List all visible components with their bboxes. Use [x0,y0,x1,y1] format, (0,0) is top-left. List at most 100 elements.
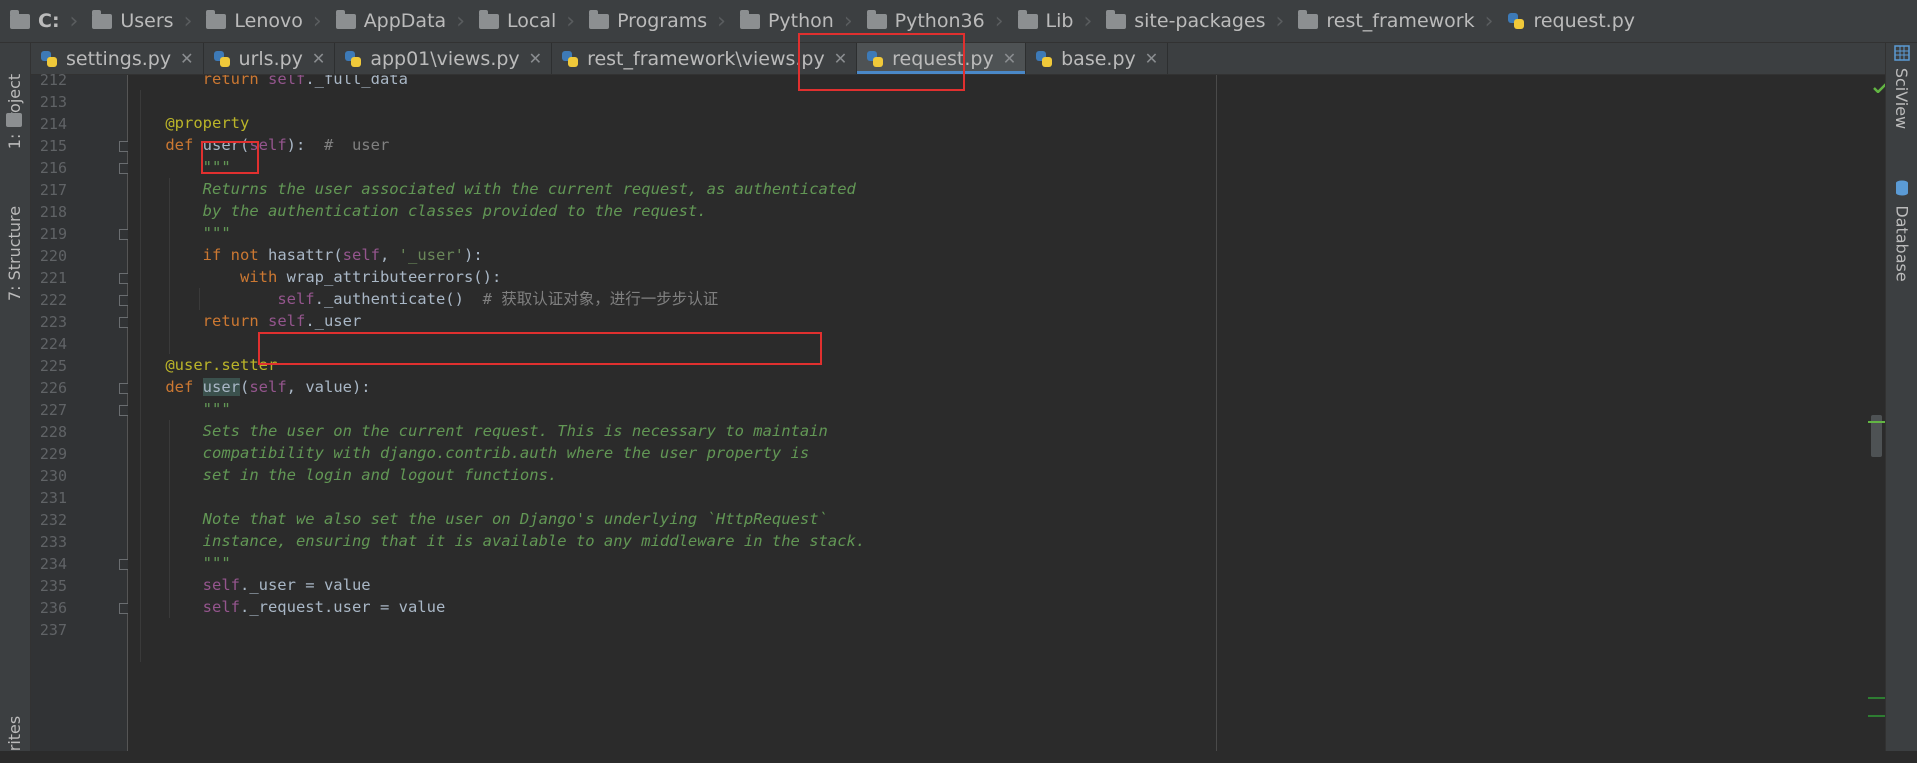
code-token: """ [202,224,231,242]
code-line[interactable]: set in the login and logout functions. [128,462,558,489]
code-token: ._user = value [239,576,371,594]
close-icon[interactable]: ✕ [1003,49,1016,68]
breadcrumb-separator-icon: › [312,8,322,34]
line-number: 228 [39,423,67,441]
breadcrumb-separator-icon: › [1083,8,1093,34]
editor-tab[interactable]: settings.py ✕ [31,43,204,74]
tool-tab-database[interactable]: Database [1886,198,1917,288]
breadcrumb-label: Python36 [894,10,985,32]
breadcrumb-separator-icon: › [1484,8,1494,34]
change-marker [1868,697,1885,699]
tool-tab-sciview[interactable]: SciView [1886,63,1917,133]
breadcrumb-separator-icon: › [717,8,726,34]
code-token: self [249,378,287,396]
line-number: 216 [39,159,67,177]
editor-tab[interactable]: base.py ✕ [1026,43,1169,74]
code-line[interactable]: self._request.user = value [128,594,446,621]
folder-icon [206,9,227,29]
folder-icon [92,9,113,29]
breadcrumb-item[interactable]: site-packages › [1096,9,1288,34]
line-number: 212 [39,71,67,89]
tab-label: settings.py [66,47,172,70]
change-marker [1868,715,1885,717]
tab-label: base.py [1061,47,1136,70]
breadcrumb-item[interactable]: C: › [0,9,82,34]
code-line[interactable]: instance, ensuring that it is available … [128,528,866,555]
project-folder-icon [6,113,22,127]
breadcrumb-label: request.py [1533,10,1636,32]
python-file-icon [213,50,231,68]
code-token: def [165,378,203,396]
breadcrumb-item[interactable]: rest_framework › [1288,9,1497,34]
code-editor[interactable]: return self._full_data @property def use… [128,75,1216,751]
line-number: 234 [39,555,67,573]
breadcrumb-item[interactable]: Users › [82,9,196,34]
line-number: 232 [39,511,67,529]
right-tool-strip: SciView Database [1885,43,1917,751]
line-number: 224 [39,335,67,353]
editor-scrollbar[interactable] [1868,75,1887,751]
code-token: self [277,290,315,308]
breadcrumb-item[interactable]: Lib › [1008,9,1097,34]
line-number: 222 [39,291,67,309]
code-token: ( [239,378,250,396]
breadcrumb-item[interactable]: Local › [469,9,579,34]
tool-tab-project[interactable]: 1: Project [0,51,30,171]
editor-empty-area[interactable] [1217,75,1868,751]
breadcrumb-item[interactable]: Lenovo › [196,9,325,34]
breadcrumb-label: Python [767,10,834,32]
line-number: 223 [39,313,67,331]
python-file-icon [344,50,362,68]
code-token: # user [323,136,390,154]
tool-tab-favorites[interactable]: rites [0,703,30,763]
breadcrumb-item[interactable]: Programs › [579,9,730,34]
code-token: """ [202,554,231,572]
python-file-icon [1035,50,1053,68]
annotation-box-user-def [201,141,259,174]
breadcrumb-item[interactable]: Python › [730,9,857,34]
code-token: ): [286,136,324,154]
folder-icon [589,9,610,29]
line-number: 235 [39,577,67,595]
line-number: 236 [39,599,67,617]
breadcrumb-item[interactable]: request.py [1497,10,1639,32]
breadcrumb-label: rest_framework [1326,10,1475,32]
close-icon[interactable]: ✕ [1145,49,1158,68]
code-line[interactable]: return self._user [128,308,362,335]
close-icon[interactable]: ✕ [180,49,193,68]
tool-tab-structure[interactable]: 7: Structure [0,193,30,313]
editor-tab[interactable]: app01\views.py ✕ [335,43,553,74]
breadcrumb-label: Users [120,10,174,32]
breadcrumb-item[interactable]: AppData › [326,9,469,34]
close-icon[interactable]: ✕ [312,49,325,68]
breadcrumb-label: Lib [1045,10,1074,32]
code-token: # 获取认证对象，进行一步步认证 [482,290,719,308]
line-number: 217 [39,181,67,199]
code-token: self [202,598,240,616]
close-icon[interactable]: ✕ [529,49,542,68]
folder-icon [866,9,887,29]
database-icon [1895,180,1909,196]
breadcrumb-item[interactable]: Python36 › [857,9,1008,34]
code-token: set in the login and logout functions. [202,466,558,484]
code-token: '_user' [398,246,464,264]
code-token: wrap_attributeerrors(): [286,268,502,286]
line-number: 227 [39,401,67,419]
line-number: 225 [39,357,67,375]
breadcrumb-label: Lenovo [234,10,303,32]
breadcrumb-label: Local [507,10,557,32]
tab-label: rest_framework\views.py [587,47,825,70]
line-number: 233 [39,533,67,551]
editor-tab[interactable]: urls.py ✕ [204,43,336,74]
tab-label: app01\views.py [370,47,520,70]
code-line[interactable]: return self._full_data [128,75,408,93]
python-file-icon [561,50,579,68]
breadcrumb-separator-icon: › [1275,8,1285,34]
